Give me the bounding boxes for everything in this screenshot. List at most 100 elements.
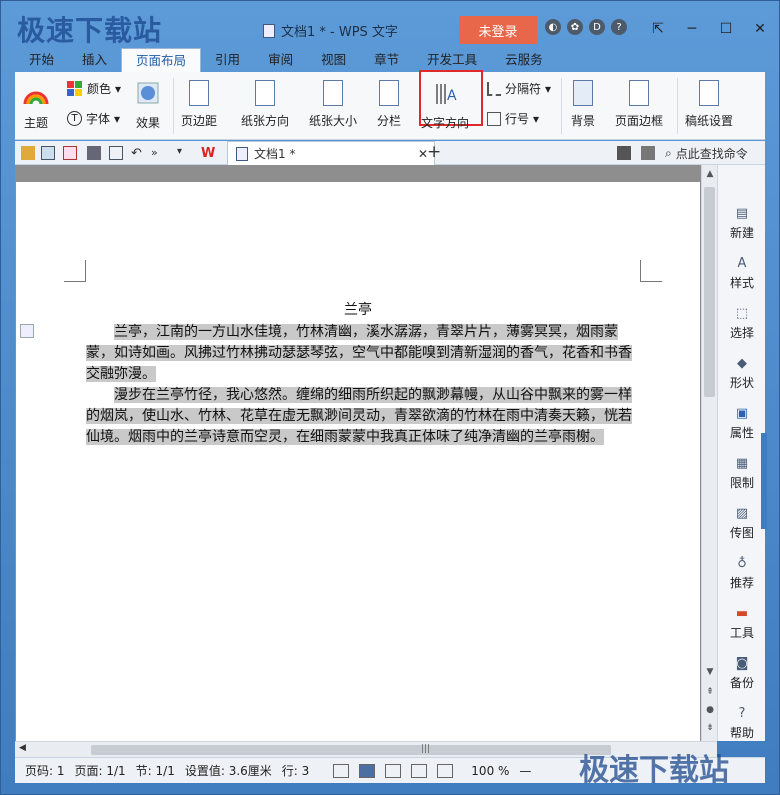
panel-backup[interactable]: ◙ 备份 bbox=[718, 655, 766, 691]
panel-help[interactable]: ? 帮助 bbox=[718, 705, 766, 741]
open-icon[interactable] bbox=[21, 146, 35, 160]
new-tab-button[interactable]: + bbox=[427, 142, 441, 162]
rainbow-icon bbox=[23, 80, 49, 108]
panel-properties[interactable]: ▣ 属性 bbox=[718, 405, 766, 441]
manuscript-label: 稿纸设置 bbox=[685, 114, 734, 128]
search-icon: ⌕ bbox=[665, 146, 672, 160]
color-button[interactable]: 颜色 ▾ bbox=[67, 80, 121, 97]
columns-button[interactable]: 分栏 bbox=[377, 80, 401, 129]
page-border-button[interactable]: 页面边框 bbox=[615, 80, 663, 129]
zoom-level[interactable]: 100 % bbox=[471, 764, 509, 778]
style-icon: A bbox=[737, 255, 747, 271]
outline-view-icon[interactable] bbox=[385, 763, 402, 778]
tab-developer[interactable]: 开发工具 bbox=[413, 48, 491, 72]
background-button[interactable]: 背景 bbox=[571, 80, 595, 129]
margins-button[interactable]: 页边距 bbox=[181, 80, 217, 129]
command-search[interactable]: ⌕ 点此查找命令 bbox=[665, 145, 748, 162]
panel-upload-image[interactable]: ▨ 传图 bbox=[718, 505, 766, 541]
wps-logo-icon[interactable]: W bbox=[201, 146, 215, 161]
tab-cloud[interactable]: 云服务 bbox=[491, 48, 557, 72]
text-direction-button[interactable]: A 文字方向 bbox=[421, 80, 469, 131]
feedback-icon[interactable]: D bbox=[589, 19, 605, 35]
breaks-icon bbox=[487, 81, 501, 96]
breaks-dropdown-icon: ▾ bbox=[545, 81, 552, 96]
paragraph-2[interactable]: 漫步在兰亭竹径，我心悠然。缠绵的细雨所织起的飘渺幕幔，从山谷中飘来的雾一样的烟岚… bbox=[86, 385, 642, 448]
quick-dropdown-icon[interactable]: ▾ bbox=[177, 146, 191, 160]
save-icon[interactable] bbox=[41, 146, 55, 160]
help-circle-icon: ? bbox=[738, 705, 746, 721]
web-view-icon[interactable] bbox=[411, 763, 428, 778]
document-tab-label: 文档1 * bbox=[254, 147, 296, 161]
tab-review[interactable]: 审阅 bbox=[254, 48, 307, 72]
document-title[interactable]: 兰亭 bbox=[16, 299, 700, 319]
select-browse-icon[interactable]: ● bbox=[705, 705, 715, 715]
effect-button[interactable]: 效果 bbox=[135, 80, 161, 131]
paragraph-layout-icon[interactable] bbox=[20, 324, 34, 338]
scroll-down-icon[interactable]: ▼ bbox=[705, 667, 715, 677]
minimize-button[interactable]: ─ bbox=[675, 16, 709, 42]
maximize-button[interactable]: ☐ bbox=[709, 16, 743, 42]
next-page-icon[interactable]: ⇟ bbox=[705, 723, 715, 733]
app-window: 极速下载站 文档1 * - WPS 文字 未登录 ◐ ✿ D ? ⇱ ─ ☐ ✕… bbox=[0, 0, 780, 795]
document-tab[interactable]: 文档1 * ✕ bbox=[227, 141, 435, 165]
vertical-scroll-thumb[interactable] bbox=[704, 187, 715, 397]
restore-mini-button[interactable]: ⇱ bbox=[641, 16, 675, 42]
line-numbers-button[interactable]: 行号 ▾ bbox=[487, 110, 539, 127]
tab-home[interactable]: 开始 bbox=[15, 48, 68, 72]
prev-page-icon[interactable]: ⇞ bbox=[705, 687, 715, 697]
properties-icon: ▣ bbox=[735, 405, 749, 421]
panel-tools[interactable]: ▬ 工具 bbox=[718, 605, 766, 641]
undo-icon[interactable]: ↶ bbox=[131, 146, 145, 161]
window-icon[interactable] bbox=[641, 146, 655, 160]
scroll-up-icon[interactable]: ▲ bbox=[705, 169, 715, 179]
paragraph-1[interactable]: 兰亭，江南的一方山水佳境，竹林清幽，溪水潺潺，青翠片片，薄雾冥冥，烟雨蒙蒙，如诗… bbox=[86, 322, 642, 385]
orientation-label: 纸张方向 bbox=[241, 114, 290, 128]
skin-icon[interactable]: ◐ bbox=[545, 19, 561, 35]
breaks-button[interactable]: 分隔符 ▾ bbox=[487, 80, 551, 97]
orientation-button[interactable]: 纸张方向 bbox=[241, 80, 289, 129]
tab-section[interactable]: 章节 bbox=[360, 48, 413, 72]
print-preview-icon[interactable] bbox=[109, 146, 123, 160]
login-button[interactable]: 未登录 bbox=[459, 16, 537, 44]
margins-icon bbox=[189, 80, 209, 106]
horizontal-scroll-thumb[interactable]: ||| bbox=[91, 744, 611, 755]
ribbon-separator bbox=[677, 78, 678, 134]
zoom-out-icon[interactable]: — bbox=[519, 764, 531, 778]
tab-view[interactable]: 视图 bbox=[307, 48, 360, 72]
quick-toolbar: ↶ » ▾ W 文档1 * ✕ + ⌕ 点此查找命令 bbox=[15, 141, 765, 165]
page-view-icon[interactable] bbox=[359, 763, 376, 778]
print-icon[interactable] bbox=[87, 146, 101, 160]
window-controls: ⇱ ─ ☐ ✕ bbox=[641, 16, 777, 42]
screen-icon[interactable] bbox=[617, 146, 631, 160]
panel-select[interactable]: ⬚ 选择 bbox=[718, 305, 766, 341]
panel-shape[interactable]: ◆ 形状 bbox=[718, 355, 766, 391]
panel-restrict[interactable]: ▦ 限制 bbox=[718, 455, 766, 491]
full-screen-view-icon[interactable] bbox=[333, 763, 350, 778]
eye-protect-icon[interactable] bbox=[437, 763, 454, 778]
panel-recommend[interactable]: ♁ 推荐 bbox=[718, 555, 766, 591]
svg-text:A: A bbox=[447, 88, 457, 104]
margins-label: 页边距 bbox=[181, 114, 218, 128]
panel-new[interactable]: ▤ 新建 bbox=[718, 205, 766, 241]
text-direction-icon: A bbox=[432, 80, 458, 108]
tab-insert[interactable]: 插入 bbox=[68, 48, 121, 72]
close-button[interactable]: ✕ bbox=[743, 16, 777, 42]
color-label: 颜色 bbox=[87, 82, 112, 96]
tab-references[interactable]: 引用 bbox=[201, 48, 254, 72]
document-page[interactable]: 兰亭 兰亭，江南的一方山水佳境，竹林清幽，溪水潺潺，青翠片片，薄雾冥冥，烟雨蒙蒙… bbox=[16, 182, 700, 742]
scroll-left-icon[interactable]: ◀ bbox=[19, 743, 26, 753]
panel-style[interactable]: A 样式 bbox=[718, 255, 766, 291]
panel-restrict-label: 限制 bbox=[729, 476, 754, 490]
vertical-scrollbar[interactable]: ▲ ▼ ⇞ ● ⇟ bbox=[701, 165, 717, 741]
panel-collapse-handle[interactable] bbox=[761, 433, 767, 529]
more-icon[interactable]: » bbox=[151, 146, 165, 160]
effect-label: 效果 bbox=[135, 116, 160, 130]
font-button[interactable]: T 字体 ▾ bbox=[67, 110, 120, 127]
paper-size-button[interactable]: 纸张大小 bbox=[309, 80, 357, 129]
theme-button[interactable]: 主题 bbox=[23, 80, 49, 131]
manuscript-button[interactable]: 稿纸设置 bbox=[685, 80, 733, 129]
settings-icon[interactable]: ✿ bbox=[567, 19, 583, 35]
tab-page-layout[interactable]: 页面布局 bbox=[121, 48, 202, 72]
export-pdf-icon[interactable] bbox=[63, 146, 77, 160]
help-icon[interactable]: ? bbox=[611, 19, 627, 35]
